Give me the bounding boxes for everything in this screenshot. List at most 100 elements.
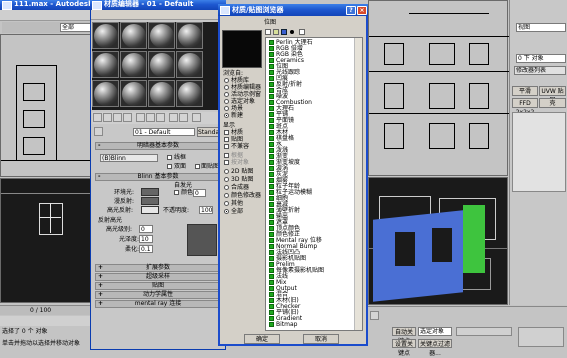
viewport-navigation[interactable] — [518, 327, 564, 347]
view-list-icon[interactable] — [265, 29, 271, 35]
put-to-scene-icon[interactable] — [103, 113, 112, 122]
modifier-list-dropdown[interactable]: 修改器列表 — [514, 66, 566, 75]
map-type-radio[interactable] — [224, 185, 229, 190]
sample-slot[interactable] — [120, 80, 147, 107]
rollout-supersampling[interactable]: + 超级采样 — [95, 273, 221, 281]
map-type-radio[interactable] — [224, 201, 229, 206]
reset-map-icon[interactable] — [123, 113, 132, 122]
ok-button[interactable]: 确定 — [244, 334, 280, 344]
map-type-radio[interactable] — [224, 193, 229, 198]
viewport-top-left[interactable] — [0, 34, 92, 177]
help-icon[interactable]: ? — [346, 6, 356, 15]
rollout-dynamics[interactable]: + 动力学属性 — [95, 291, 221, 299]
show-checkbox[interactable] — [224, 144, 229, 149]
auto-key-button[interactable]: 自动关键点 — [392, 327, 416, 345]
self-illum-value[interactable]: 0 — [193, 189, 206, 197]
sample-slot[interactable] — [176, 51, 203, 78]
sample-slot[interactable] — [148, 22, 175, 49]
view-sphere-icon[interactable] — [290, 30, 294, 34]
close-icon[interactable]: × — [357, 6, 367, 15]
ambient-color-swatch[interactable] — [141, 188, 159, 196]
view-dropdown[interactable]: 视图 — [516, 23, 566, 32]
specular-level-field[interactable]: 0 — [139, 225, 153, 233]
two-sided-checkbox[interactable] — [167, 164, 172, 169]
sample-slot[interactable] — [120, 22, 147, 49]
cancel-button[interactable]: 取消 — [303, 334, 339, 344]
modifier-btn-ffd[interactable]: FFD 2x2x2 — [512, 98, 538, 116]
lock-icon[interactable] — [370, 311, 379, 320]
material-name-field[interactable]: 01 - Default — [133, 128, 195, 136]
viewport-top-right[interactable] — [368, 0, 509, 176]
playback-controls[interactable] — [456, 327, 512, 336]
browse-from-radio[interactable] — [224, 113, 229, 118]
specular-color-swatch[interactable] — [141, 206, 159, 214]
sample-slot[interactable] — [92, 51, 119, 78]
material-name-row: 01 - Default Standard — [92, 126, 225, 138]
browse-from-radio[interactable] — [224, 92, 229, 97]
set-key-button[interactable]: 设置关键点 — [392, 339, 416, 357]
material-id-icon[interactable] — [169, 113, 178, 122]
rollout-maps[interactable]: + 贴图 — [95, 282, 221, 290]
sample-slot[interactable] — [176, 22, 203, 49]
self-illum-color-checkbox[interactable] — [174, 190, 179, 195]
get-material-icon[interactable] — [93, 113, 102, 122]
rollout-extended[interactable]: + 扩展参数 — [95, 264, 221, 272]
modifier-btn-smooth[interactable]: 平滑 — [512, 86, 538, 96]
modifier-stack[interactable] — [512, 112, 566, 192]
delete-from-library-icon[interactable] — [299, 29, 305, 35]
time-slider[interactable]: 0 / 100 — [0, 305, 90, 315]
object-name-field[interactable]: 0 下 对象 — [516, 54, 566, 63]
filter-checkbox[interactable] — [224, 153, 229, 158]
browser-list-item[interactable]: Bitmap — [269, 321, 297, 328]
browse-from-radio[interactable] — [224, 106, 229, 111]
viewport-bottom-left[interactable] — [0, 178, 92, 303]
sample-slot[interactable] — [148, 80, 175, 107]
unique-icon[interactable] — [146, 113, 155, 122]
view-small-icons-icon[interactable] — [273, 29, 279, 35]
selected-object-dropdown[interactable]: 选定对象 — [418, 327, 452, 336]
copy-material-icon[interactable] — [136, 113, 145, 122]
track-bar[interactable] — [0, 316, 90, 326]
sample-slot[interactable] — [148, 51, 175, 78]
pick-material-icon[interactable] — [94, 127, 103, 136]
blinn-params-rollout[interactable]: - Blinn 基本参数 — [95, 173, 221, 181]
modifier-btn-uvw[interactable]: UVW 贴图 — [539, 86, 566, 104]
sample-slot[interactable] — [92, 80, 119, 107]
show-option-label: 不兼容 — [231, 143, 250, 150]
map-type-radio[interactable] — [224, 177, 229, 182]
modifier-btn-shell[interactable]: 壳 — [539, 98, 566, 108]
rollout-mental-ray[interactable]: + mental ray 连接 — [95, 300, 221, 308]
soften-field[interactable]: 0.1 — [139, 245, 153, 253]
shader-type-dropdown[interactable]: (B)Blinn — [100, 154, 158, 162]
browse-from-label: 新建 — [231, 112, 244, 119]
browse-from-radio[interactable] — [224, 78, 229, 83]
frame-label: 0 / 100 — [30, 307, 52, 314]
go-to-parent-icon[interactable] — [192, 113, 201, 122]
filter-checkbox[interactable] — [224, 160, 229, 165]
prompt-line: 单击并拖动以选择并移动对象 — [2, 340, 81, 347]
diffuse-color-swatch[interactable] — [141, 197, 159, 205]
selection-filter[interactable]: 全部 — [60, 23, 92, 32]
show-checkbox[interactable] — [224, 137, 229, 142]
map-type-radio[interactable] — [224, 209, 229, 214]
show-option-label: 贴图 — [231, 136, 244, 143]
key-filters-button[interactable]: 关键点过滤器... — [418, 339, 452, 357]
sample-slot[interactable] — [120, 51, 147, 78]
wireframe-checkbox[interactable] — [167, 155, 172, 160]
browse-from-radio[interactable] — [224, 99, 229, 104]
shader-params-panel: (B)Blinn 线框 双面 面贴图 — [95, 151, 221, 173]
sample-slot[interactable] — [92, 22, 119, 49]
glossiness-field[interactable]: 10 — [139, 235, 153, 243]
view-large-icons-icon[interactable] — [281, 29, 287, 35]
put-to-library-icon[interactable] — [156, 113, 165, 122]
list-scrollbar[interactable] — [354, 38, 362, 330]
assign-material-icon[interactable] — [113, 113, 122, 122]
face-map-checkbox[interactable] — [195, 164, 200, 169]
sample-slot[interactable] — [176, 80, 203, 107]
shader-params-rollout[interactable]: - 明暗器基本参数 — [95, 142, 221, 150]
map-type-radio[interactable] — [224, 169, 229, 174]
browse-from-radio[interactable] — [224, 85, 229, 90]
show-checkbox[interactable] — [224, 130, 229, 135]
opacity-value[interactable]: 100 — [199, 206, 213, 214]
show-map-icon[interactable] — [179, 113, 188, 122]
